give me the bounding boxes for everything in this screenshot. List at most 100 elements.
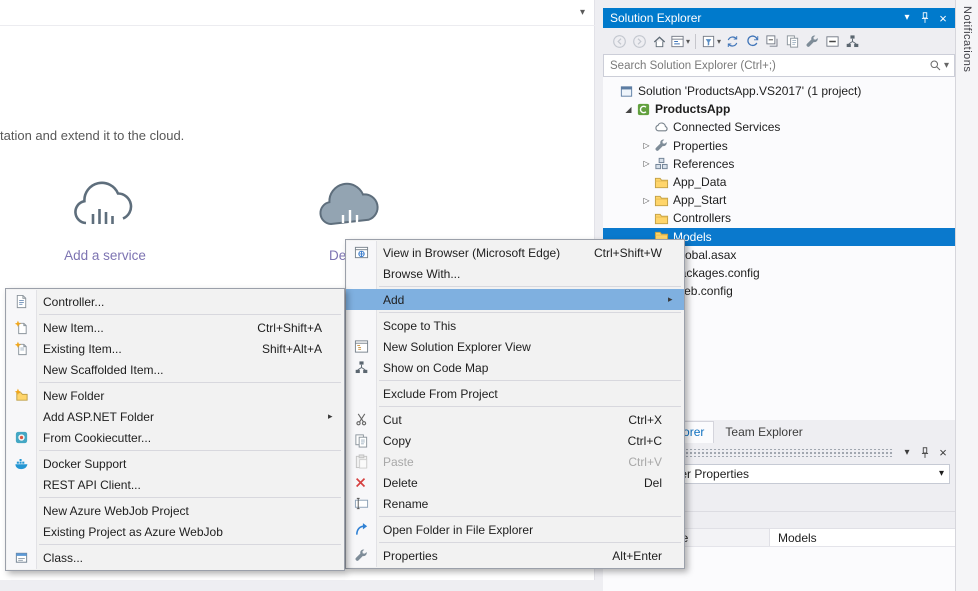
solution-explorer-toolbar: ▾▾▾▾▾▾▾▾▾▾▾▾ bbox=[603, 28, 955, 54]
toolbar-show-all-files[interactable]: ▾ bbox=[782, 31, 802, 51]
menu-item-exclude-from-project[interactable]: Exclude From Project ▸ bbox=[346, 383, 684, 404]
submenu-item-from-cookiecutter[interactable]: From Cookiecutter... ▸ bbox=[6, 427, 344, 448]
search-dropdown-icon[interactable]: ▾ bbox=[944, 61, 949, 71]
tree-item-connected-services[interactable]: Connected Services bbox=[603, 118, 955, 136]
search-icon[interactable] bbox=[929, 59, 942, 72]
menu-separator bbox=[379, 542, 681, 543]
props-caption-button-close[interactable]: × bbox=[934, 445, 952, 461]
notifications-label[interactable]: Notifications bbox=[961, 6, 973, 591]
submenu-item-new-item[interactable]: New Item... Ctrl+Shift+A ▸ bbox=[6, 317, 344, 338]
connected-services-icon bbox=[653, 119, 669, 135]
toolbar-home[interactable]: ▾ bbox=[649, 31, 669, 51]
menu-item-scope-to-this[interactable]: Scope to This ▸ bbox=[346, 315, 684, 336]
se-caption-button-pin[interactable] bbox=[916, 10, 934, 26]
preview-icon bbox=[825, 34, 840, 49]
notifications-strip[interactable]: Notifications bbox=[955, 0, 978, 591]
submenu-item-add-asp-net-folder[interactable]: Add ASP.NET Folder ▸ bbox=[6, 406, 344, 427]
submenu-item-controller[interactable]: Controller... ▸ bbox=[6, 291, 344, 312]
submenu-item-new-azure-webjob-project[interactable]: New Azure WebJob Project ▸ bbox=[6, 500, 344, 521]
vs-window: { "colors": {"accent": "#007acc", "selec… bbox=[0, 0, 978, 591]
toolbar-preview[interactable]: ▾ bbox=[822, 31, 842, 51]
new-folder-icon bbox=[14, 388, 29, 403]
submenu-item-rest-api-client[interactable]: REST API Client... ▸ bbox=[6, 474, 344, 495]
combo-dropdown-icon[interactable]: ▾ bbox=[939, 469, 944, 479]
props-caption-button-chevron-down[interactable]: ▾ bbox=[898, 445, 916, 461]
new-item-icon bbox=[14, 320, 29, 335]
menu-item-new-solution-explorer-view[interactable]: New Solution Explorer View ▸ bbox=[346, 336, 684, 357]
menu-item-paste[interactable]: Paste Ctrl+V ▸ bbox=[346, 451, 684, 472]
toolbar-code-map[interactable]: ▾ bbox=[842, 31, 862, 51]
collapsed-arrow-icon[interactable]: ▷ bbox=[640, 141, 653, 150]
menu-item-cut[interactable]: Cut Ctrl+X ▸ bbox=[346, 409, 684, 430]
menu-separator bbox=[39, 497, 341, 498]
menu-item-rename[interactable]: Rename ▸ bbox=[346, 493, 684, 514]
document-well-dropdown-icon[interactable]: ▾ bbox=[580, 8, 585, 18]
toolbar-nav-forward[interactable]: ▾ bbox=[629, 31, 649, 51]
props-caption-button-pin[interactable] bbox=[916, 445, 934, 461]
collapsed-arrow-icon[interactable]: ▷ bbox=[640, 159, 653, 168]
tab-team-explorer[interactable]: Team Explorer bbox=[716, 422, 811, 443]
tree-item-references[interactable]: ▷ References bbox=[603, 155, 955, 173]
references-icon bbox=[653, 156, 669, 172]
close-icon: × bbox=[939, 446, 947, 459]
wrench-icon bbox=[354, 548, 369, 563]
toolbar-switch-views[interactable]: ▾ bbox=[669, 31, 691, 51]
wrench-icon bbox=[805, 34, 820, 49]
refresh-icon bbox=[745, 34, 760, 49]
submenu-item-new-folder[interactable]: New Folder ▸ bbox=[6, 385, 344, 406]
toolbar-nav-back[interactable]: ▾ bbox=[609, 31, 629, 51]
delete-icon bbox=[354, 476, 368, 490]
menu-item-browse-with[interactable]: Browse With... ▸ bbox=[346, 263, 684, 284]
toolbar-filter[interactable]: ▾ bbox=[700, 31, 722, 51]
menu-item-add[interactable]: Add ▸ bbox=[346, 289, 684, 310]
menu-item-copy[interactable]: Copy Ctrl+C ▸ bbox=[346, 430, 684, 451]
menu-item-view-in-browser-microsoft-edge[interactable]: View in Browser (Microsoft Edge) Ctrl+Sh… bbox=[346, 242, 684, 263]
menu-separator bbox=[379, 312, 681, 313]
collapsed-arrow-icon[interactable]: ▷ bbox=[640, 196, 653, 205]
add-submenu: Controller... ▸ New Item... Ctrl+Shift+A… bbox=[5, 288, 345, 571]
submenu-item-class[interactable]: Class... ▸ bbox=[6, 547, 344, 568]
toolbar-sync[interactable]: ▾ bbox=[722, 31, 742, 51]
class-icon bbox=[14, 550, 29, 565]
submenu-item-new-scaffolded-item[interactable]: New Scaffolded Item... ▸ bbox=[6, 359, 344, 380]
submenu-arrow-icon: ▸ bbox=[668, 294, 684, 305]
pin-icon bbox=[918, 446, 932, 460]
search-input[interactable] bbox=[604, 60, 929, 72]
nav-forward-icon bbox=[632, 34, 647, 49]
menu-separator bbox=[379, 406, 681, 407]
tree-item-solution-productsapp-vs2017-1-project[interactable]: Solution 'ProductsApp.VS2017' (1 project… bbox=[603, 82, 955, 100]
copy-icon bbox=[354, 433, 369, 448]
submenu-item-existing-project-as-azure-webjob[interactable]: Existing Project as Azure WebJob ▸ bbox=[6, 521, 344, 542]
menu-item-open-folder-in-file-explorer[interactable]: Open Folder in File Explorer ▸ bbox=[346, 519, 684, 540]
add-service-label[interactable]: Add a service bbox=[35, 248, 175, 263]
tree-item-app-data[interactable]: App_Data bbox=[603, 173, 955, 191]
solution-icon bbox=[618, 83, 634, 99]
toolbar-collapse-all[interactable]: ▾ bbox=[762, 31, 782, 51]
toolbar-wrench[interactable]: ▾ bbox=[802, 31, 822, 51]
tree-item-properties[interactable]: ▷ Properties bbox=[603, 137, 955, 155]
toolbar-separator bbox=[695, 34, 696, 49]
add-service-action[interactable]: Add a service bbox=[35, 180, 175, 263]
menu-item-show-on-code-map[interactable]: Show on Code Map ▸ bbox=[346, 357, 684, 378]
chevron-down-icon: ▾ bbox=[904, 13, 909, 23]
se-caption-button-chevron-down[interactable]: ▾ bbox=[898, 10, 916, 26]
menu-item-delete[interactable]: Delete Del ▸ bbox=[346, 472, 684, 493]
tree-item-productsapp[interactable]: ◢ ProductsApp bbox=[603, 100, 955, 118]
submenu-item-docker-support[interactable]: Docker Support ▸ bbox=[6, 453, 344, 474]
collapse-all-icon bbox=[765, 34, 780, 49]
toolbar-refresh[interactable]: ▾ bbox=[742, 31, 762, 51]
expanded-arrow-icon[interactable]: ◢ bbox=[622, 105, 635, 114]
menu-item-properties[interactable]: Properties Alt+Enter ▸ bbox=[346, 545, 684, 566]
tree-item-app-start[interactable]: ▷ App_Start bbox=[603, 191, 955, 209]
controller-icon bbox=[14, 294, 29, 309]
code-map-icon bbox=[845, 34, 860, 49]
menu-separator bbox=[39, 450, 341, 451]
folder-icon bbox=[653, 210, 669, 226]
show-all-files-icon bbox=[785, 34, 800, 49]
se-caption-button-close[interactable]: × bbox=[934, 10, 952, 26]
submenu-item-existing-item[interactable]: Existing Item... Shift+Alt+A ▸ bbox=[6, 338, 344, 359]
tree-item-controllers[interactable]: Controllers bbox=[603, 209, 955, 227]
filter-icon bbox=[701, 34, 716, 49]
menu-separator bbox=[39, 382, 341, 383]
menu-separator bbox=[379, 286, 681, 287]
